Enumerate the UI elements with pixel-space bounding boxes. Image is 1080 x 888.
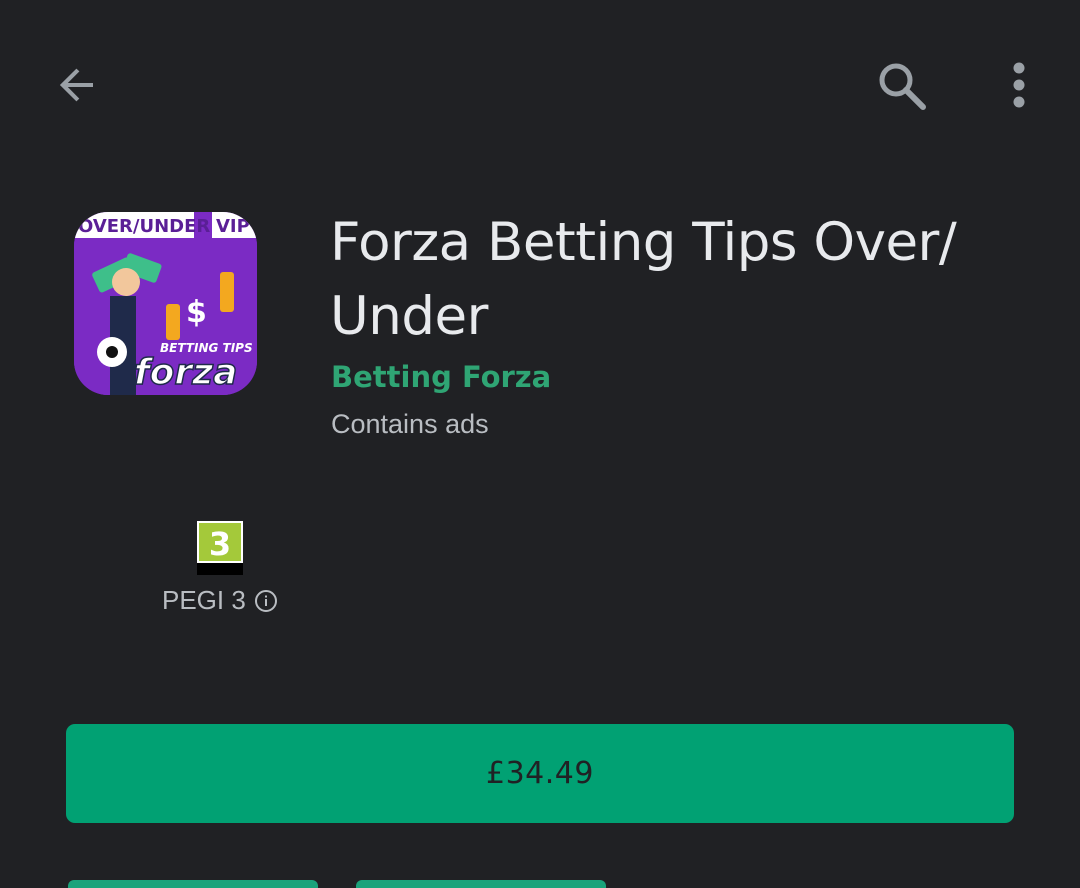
- pegi-label-row[interactable]: PEGI 3: [162, 585, 278, 616]
- svg-text:$: $: [186, 295, 207, 330]
- back-button[interactable]: [46, 54, 108, 116]
- arrow-left-icon: [59, 68, 93, 102]
- app-icon-graphic: OVER/UNDER VIP $ BETTING TIPS forza: [74, 212, 257, 395]
- buy-price-button[interactable]: £34.49: [66, 724, 1014, 823]
- icon-text-vip: VIP: [216, 216, 250, 237]
- app-icon: OVER/UNDER VIP $ BETTING TIPS forza: [74, 212, 257, 395]
- pegi-label: PEGI 3: [162, 585, 246, 615]
- icon-text-over-under: OVER/UNDER: [78, 216, 210, 237]
- pegi-badge-number: 3: [209, 525, 231, 563]
- screenshot-thumb[interactable]: [68, 880, 318, 888]
- icon-text-brand: forza: [134, 352, 237, 393]
- search-button[interactable]: [868, 52, 934, 118]
- developer-link[interactable]: Betting Forza: [331, 360, 551, 394]
- info-icon[interactable]: [254, 589, 278, 613]
- app-details-page: OVER/UNDER VIP $ BETTING TIPS forza Forz…: [0, 0, 1080, 888]
- more-options-button[interactable]: [996, 54, 1042, 116]
- app-title: Forza Betting Tips Over/ Under: [330, 212, 957, 347]
- search-icon: [879, 63, 926, 110]
- screenshot-thumb[interactable]: [356, 880, 606, 888]
- pegi-rating-badge[interactable]: 3: [197, 521, 243, 575]
- more-vert-icon: [1013, 62, 1025, 108]
- contains-ads-note: Contains ads: [331, 409, 489, 439]
- screenshots-strip[interactable]: [68, 880, 1080, 888]
